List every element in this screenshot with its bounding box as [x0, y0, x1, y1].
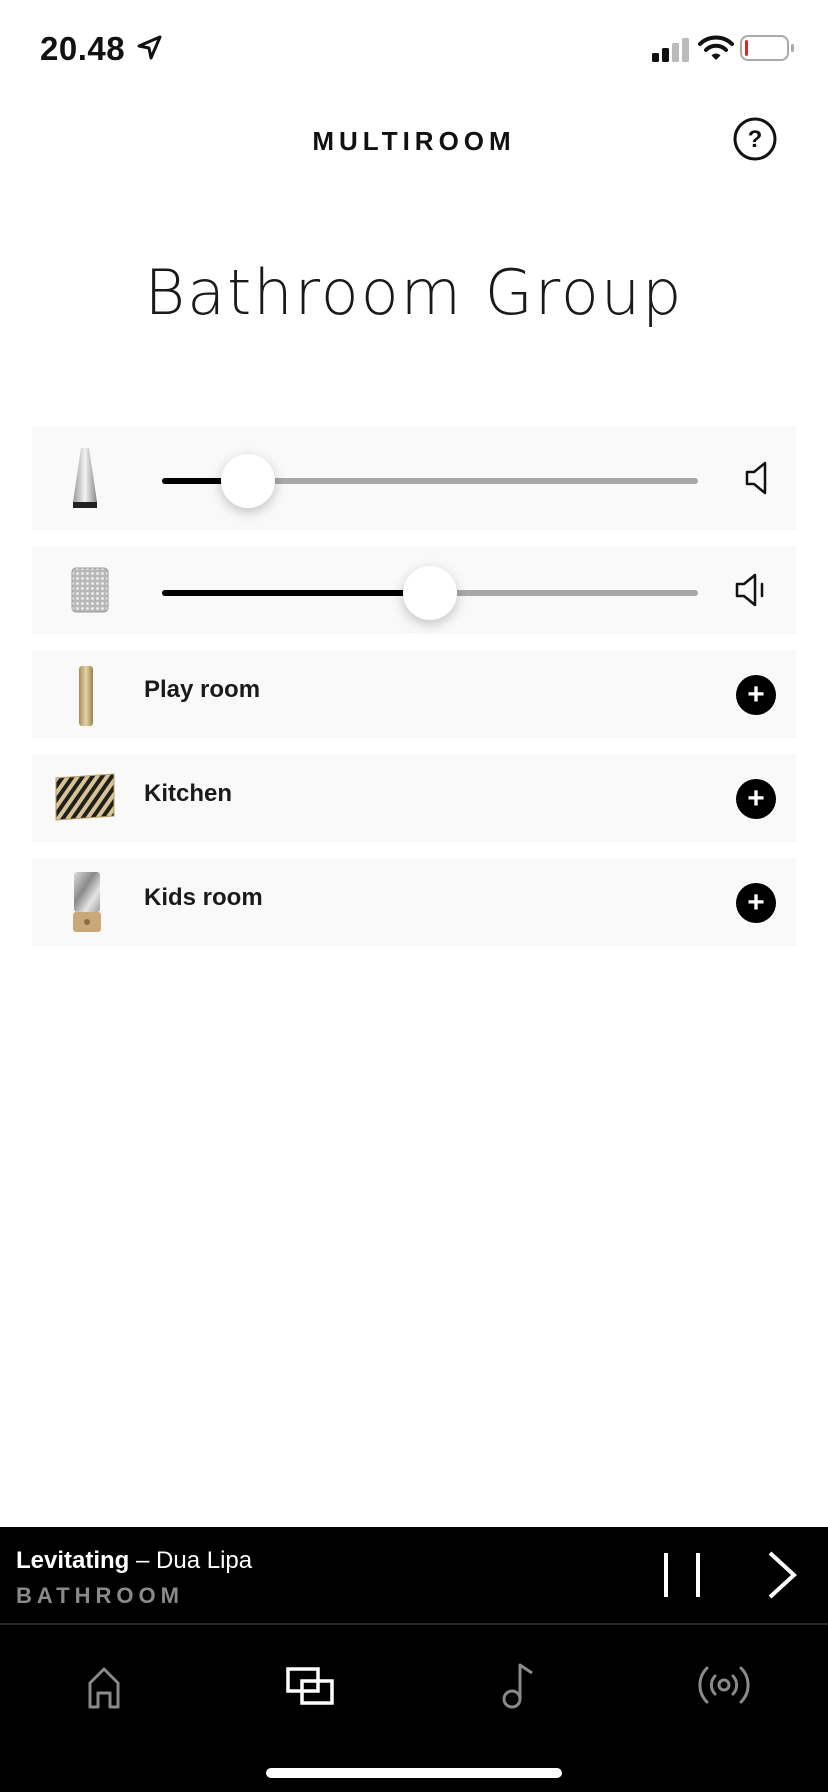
volume-slider[interactable] [162, 454, 698, 508]
song-title: Levitating [16, 1547, 130, 1574]
multiroom-icon[interactable] [280, 1655, 340, 1715]
striped-wall-speaker-thumbnail [55, 773, 115, 821]
title-separator: – [129, 1547, 157, 1574]
next-icon[interactable] [764, 1549, 800, 1601]
music-note-icon[interactable] [488, 1655, 548, 1715]
volume-fill [162, 590, 430, 596]
artist-name: Dua Lipa [156, 1547, 253, 1574]
group-title: Bathroom Group [144, 256, 684, 329]
add-room-button[interactable]: + [736, 675, 776, 715]
battery-icon [740, 35, 794, 61]
box-speaker-thumbnail [71, 567, 109, 613]
status-time: 20.48 [40, 30, 126, 67]
marble-cylinder-speaker-thumbnail [73, 872, 101, 932]
volume-slider[interactable] [162, 566, 698, 620]
plus-icon: + [747, 782, 765, 815]
room-row[interactable]: Kitchen + [32, 754, 796, 842]
wifi-icon [698, 35, 734, 60]
speaker-volume-icon[interactable] [734, 572, 770, 608]
room-label: Kitchen [144, 780, 233, 807]
page-title: MULTIROOM [312, 126, 516, 156]
add-room-button[interactable]: + [736, 779, 776, 819]
cellular-signal-icon [652, 38, 689, 62]
volume-knob[interactable] [403, 566, 457, 620]
location-arrow-icon [137, 35, 162, 60]
plus-icon: + [747, 678, 765, 711]
home-icon[interactable] [74, 1655, 134, 1715]
room-row[interactable]: Play room + [32, 650, 796, 738]
volume-knob[interactable] [220, 454, 275, 508]
radio-broadcast-icon[interactable] [694, 1655, 754, 1715]
group-speaker-row [32, 546, 796, 634]
speaker-volume-icon[interactable] [744, 460, 770, 496]
status-bar: 20.48 [0, 0, 828, 100]
tab-bar [0, 1625, 828, 1792]
now-playing-room: BATHROOM [16, 1583, 184, 1608]
cone-speaker-thumbnail [73, 448, 97, 508]
room-label: Play room [144, 676, 261, 703]
home-indicator[interactable] [266, 1768, 562, 1778]
room-row[interactable]: Kids room + [32, 858, 796, 946]
room-label: Kids room [144, 884, 263, 911]
svg-text:?: ? [748, 126, 763, 153]
pause-icon[interactable] [660, 1551, 704, 1599]
tall-column-speaker-thumbnail [79, 666, 93, 726]
add-room-button[interactable]: + [736, 883, 776, 923]
now-playing-bar[interactable]: Levitating – Dua Lipa BATHROOM [0, 1527, 828, 1623]
now-playing-title: Levitating – Dua Lipa [16, 1547, 252, 1575]
plus-icon: + [747, 886, 765, 919]
group-speaker-row [32, 426, 796, 530]
help-button[interactable]: ? [732, 116, 778, 162]
